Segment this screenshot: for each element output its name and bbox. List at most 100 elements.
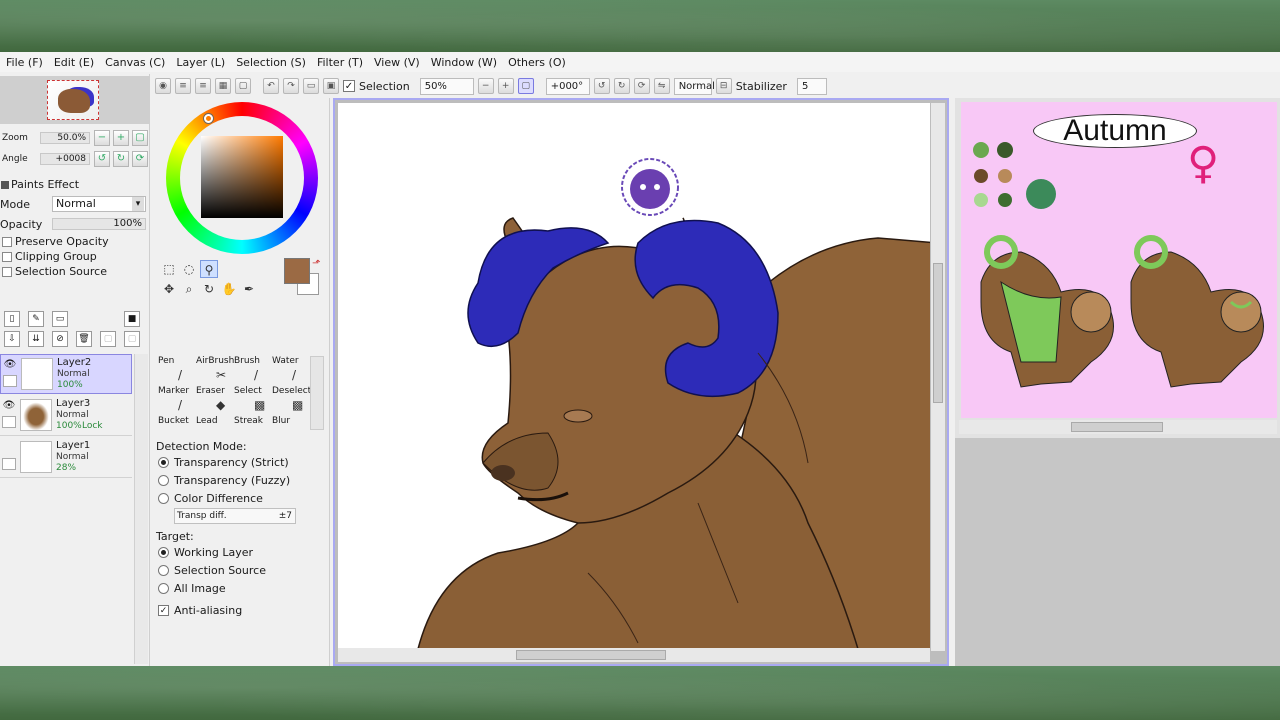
layer-item-layer2[interactable]: 👁 Layer2 Normal 100% (0, 354, 132, 394)
target-option-selection-source[interactable]: Selection Source (158, 564, 266, 577)
new-layer-icon[interactable]: ▯ (4, 311, 20, 327)
hand-icon[interactable]: ✋ (220, 280, 238, 298)
nav-zoom-plus-icon[interactable]: + (113, 130, 129, 146)
layer-lock-toggle[interactable] (2, 416, 16, 428)
navigator-zoom-slider[interactable]: 50.0% (40, 132, 90, 144)
invert-selection-icon[interactable]: ▣ (323, 78, 339, 94)
visibility-eye-icon[interactable] (2, 442, 16, 454)
radio-working-layer[interactable] (158, 547, 169, 558)
delete-layer-icon[interactable]: 🗑 (76, 331, 92, 347)
preserve-opacity-checkbox[interactable] (2, 236, 12, 247)
drawing-canvas[interactable] (338, 103, 930, 649)
rotate-icon[interactable]: ↻ (200, 280, 218, 298)
visibility-eye-icon[interactable]: 👁 (3, 359, 17, 371)
clipping-group-option[interactable]: Clipping Group (2, 250, 97, 263)
move-icon[interactable]: ✥ (160, 280, 178, 298)
radio-selection-source[interactable] (158, 565, 169, 576)
saturation-value-square[interactable] (201, 136, 283, 218)
anti-aliasing-option[interactable]: ✓ Anti-aliasing (158, 604, 242, 617)
view-options-icon[interactable]: ⊟ (715, 78, 732, 94)
mode-select[interactable]: Normal (52, 196, 146, 212)
blend-mode-dropdown[interactable]: Normal (673, 77, 715, 95)
hue-handle[interactable] (204, 114, 213, 123)
radio-strict[interactable] (158, 457, 169, 468)
zoom-in-icon[interactable]: + (497, 78, 514, 94)
detection-option-color-diff[interactable]: Color Difference (158, 492, 263, 505)
apply-mask-icon[interactable]: ▢ (100, 331, 116, 347)
deselect-icon[interactable]: ▭ (303, 78, 319, 94)
reference-scroll-thumb[interactable] (1071, 422, 1163, 432)
navigator-preview[interactable] (0, 76, 150, 124)
menu-layer[interactable]: Layer (L) (174, 56, 234, 69)
layer-lock-toggle[interactable] (3, 375, 17, 387)
detection-option-fuzzy[interactable]: Transparency (Fuzzy) (158, 474, 290, 487)
tool-eraser[interactable]: Eraser ◆ (194, 386, 232, 416)
zoom-out-icon[interactable]: − (477, 78, 494, 94)
menu-others[interactable]: Others (O) (506, 56, 575, 69)
tool-pen[interactable]: Pen / (156, 356, 194, 386)
zoom-dropdown[interactable]: 50% (419, 77, 474, 95)
anti-aliasing-checkbox[interactable]: ✓ (158, 605, 169, 616)
layer-item-layer3[interactable]: 👁 Layer3 Normal 100% Lock (0, 396, 132, 436)
swap-colors-icon[interactable]: ⬏ (312, 258, 320, 269)
layer-list-scrollbar[interactable] (134, 354, 148, 664)
nav-rotate-reset-icon[interactable]: ⟳ (132, 151, 148, 167)
menu-file[interactable]: File (F) (4, 56, 52, 69)
canvas-vertical-scrollbar[interactable] (931, 103, 945, 651)
paints-effect-header[interactable]: Paints Effect (0, 177, 150, 192)
clear-layer-icon[interactable]: ⊘ (52, 331, 68, 347)
nav-zoom-minus-icon[interactable]: − (94, 130, 110, 146)
merge-down-icon[interactable]: ⇩ (4, 331, 20, 347)
color-wheel-mode-icon[interactable]: ◉ (155, 78, 171, 94)
new-linework-layer-icon[interactable]: ✎ (28, 311, 44, 327)
clipping-group-checkbox[interactable] (2, 251, 12, 262)
stabilizer-dropdown[interactable]: 5 (796, 77, 827, 95)
selection-source-checkbox[interactable] (2, 266, 12, 277)
undo-icon[interactable]: ↶ (263, 78, 279, 94)
rotate-reset-icon[interactable]: ⟳ (633, 78, 650, 94)
magic-wand-icon[interactable]: ⚲ (200, 260, 218, 278)
zoom-icon[interactable]: ⌕ (180, 280, 198, 298)
detection-option-strict[interactable]: Transparency (Strict) (158, 456, 289, 469)
flip-icon[interactable]: ⇋ (653, 78, 670, 94)
scratchpad-icon[interactable]: ▢ (235, 78, 251, 94)
primary-color-swatch[interactable] (284, 258, 310, 284)
menu-edit[interactable]: Edit (E) (52, 56, 103, 69)
angle-dropdown[interactable]: +000° (545, 77, 590, 95)
transp-diff-slider[interactable]: Transp diff. ±7 (174, 508, 296, 524)
menu-canvas[interactable]: Canvas (C) (103, 56, 174, 69)
brush-grid-scrollbar[interactable] (310, 356, 324, 430)
menu-selection[interactable]: Selection (S) (234, 56, 315, 69)
lasso-icon[interactable]: ◌ (180, 260, 198, 278)
menu-window[interactable]: Window (W) (429, 56, 506, 69)
visibility-eye-icon[interactable]: 👁 (2, 400, 16, 412)
tool-deselect[interactable]: Deselect ▩ (270, 386, 311, 416)
delete-mask-icon[interactable]: ▢ (124, 331, 140, 347)
new-folder-icon[interactable]: ▭ (52, 311, 68, 327)
selection-visible-checkbox[interactable]: ✓ (343, 80, 355, 92)
selection-source-option[interactable]: Selection Source (2, 265, 107, 278)
rgb-slider-icon[interactable]: ≡ (175, 78, 191, 94)
reference-image-view[interactable]: Autumn ♀ (955, 98, 1280, 438)
zoom-reset-icon[interactable]: ▢ (517, 78, 534, 94)
reference-horizontal-scrollbar[interactable] (959, 420, 1277, 434)
nav-rotate-left-icon[interactable]: ↺ (94, 151, 110, 167)
hsv-slider-icon[interactable]: ≡ (195, 78, 211, 94)
rotate-right-icon[interactable]: ↻ (613, 78, 630, 94)
navigator-angle-slider[interactable]: +0008 (40, 153, 90, 165)
layer-item-layer1[interactable]: Layer1 Normal 28% (0, 438, 132, 478)
menu-filter[interactable]: Filter (T) (315, 56, 372, 69)
transfer-down-icon[interactable]: ⇊ (28, 331, 44, 347)
nav-zoom-reset-icon[interactable]: ▢ (132, 130, 148, 146)
redo-icon[interactable]: ↷ (283, 78, 299, 94)
canvas-horizontal-scrollbar[interactable] (338, 648, 930, 662)
tool-water[interactable]: Water / (270, 356, 308, 386)
opacity-slider[interactable]: 100% (52, 218, 146, 230)
layer-mask-icon[interactable]: ■ (124, 311, 140, 327)
tool-brush[interactable]: Brush / (232, 356, 270, 386)
radio-color-diff[interactable] (158, 493, 169, 504)
rotate-left-icon[interactable]: ↺ (593, 78, 610, 94)
tool-airbrush[interactable]: AirBrush ✂ (194, 356, 234, 386)
tool-blur[interactable]: Blur (270, 416, 308, 446)
horizontal-scroll-thumb[interactable] (516, 650, 666, 660)
